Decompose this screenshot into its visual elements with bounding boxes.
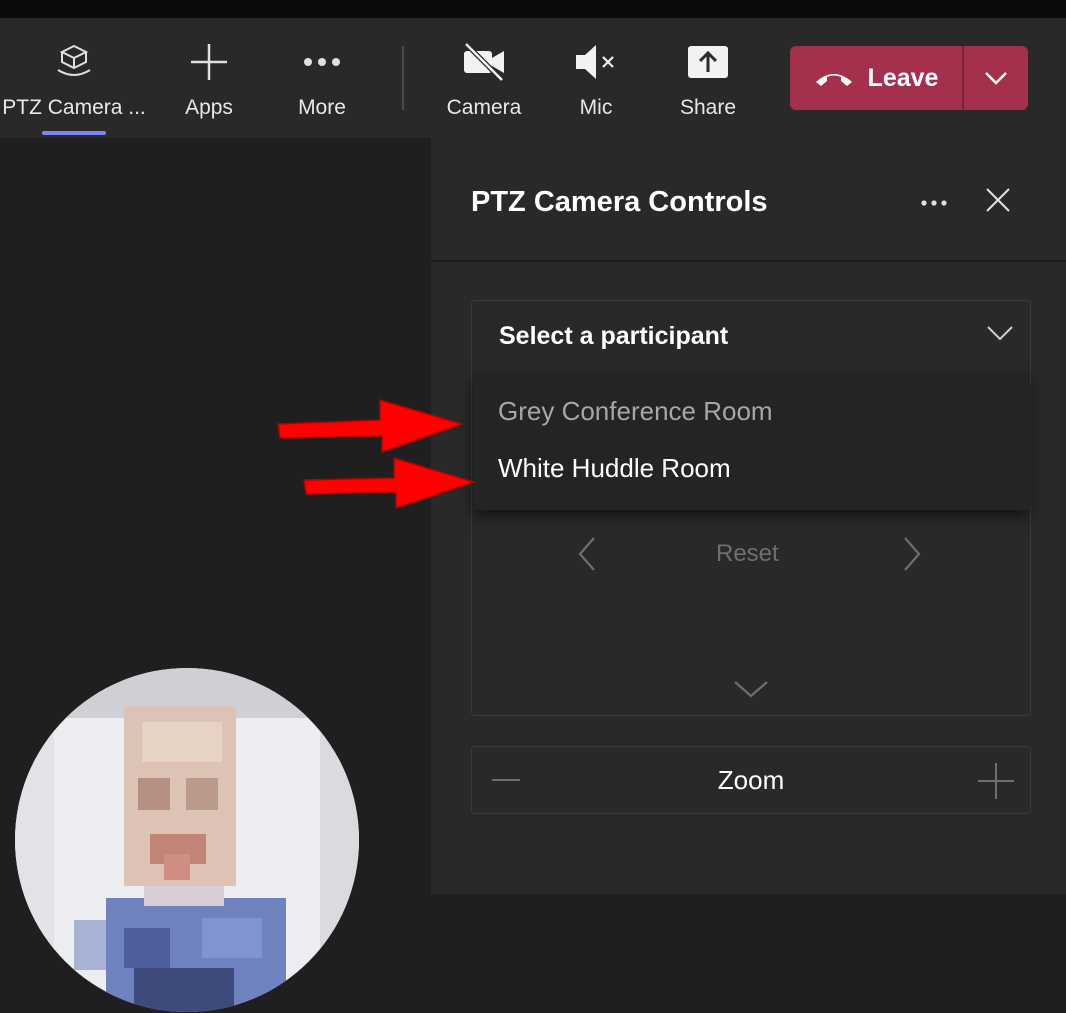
red-arrow-icon <box>303 456 477 510</box>
hang-up-icon <box>815 74 852 86</box>
panel-close-button[interactable] <box>983 185 1013 215</box>
toolbar-label: More <box>298 96 346 119</box>
toolbar-label: Camera <box>446 96 522 119</box>
participant-option-grey-conference-room[interactable]: Grey Conference Room <box>498 396 773 427</box>
plus-icon <box>191 44 227 80</box>
ellipsis-icon <box>921 200 947 206</box>
participant-select[interactable]: Select a participant <box>472 301 1030 371</box>
window-top-strip <box>0 0 1066 18</box>
red-arrow-icon <box>277 398 465 454</box>
meeting-toolbar: PTZ Camera ... Apps More Camera Mic Shar… <box>0 18 1066 138</box>
share-icon <box>688 46 728 78</box>
tilt-down-button[interactable] <box>733 678 769 700</box>
leave-button[interactable]: Leave <box>790 46 962 110</box>
toolbar-label: PTZ Camera ... <box>2 96 146 119</box>
ptz-controls-panel: PTZ Camera Controls Select a participant… <box>431 138 1066 894</box>
toolbar-divider <box>402 46 404 110</box>
toolbar-apps-button[interactable]: Apps <box>168 18 250 138</box>
mic-muted-icon <box>576 45 614 79</box>
pan-left-button[interactable] <box>576 536 598 572</box>
participant-select-placeholder: Select a participant <box>499 322 729 350</box>
participant-avatar <box>15 668 359 1012</box>
leave-button-group: Leave <box>790 46 1028 110</box>
zoom-control: Zoom <box>471 746 1031 814</box>
panel-more-button[interactable] <box>919 188 949 218</box>
panel-title: PTZ Camera Controls <box>471 186 768 218</box>
participant-option-white-huddle-room[interactable]: White Huddle Room <box>498 453 731 484</box>
ellipsis-icon <box>304 58 340 66</box>
pan-right-button[interactable] <box>901 536 923 572</box>
video-stage <box>0 138 430 1012</box>
reset-button[interactable]: Reset <box>716 540 779 568</box>
camera-off-icon <box>464 42 504 82</box>
toolbar-more-button[interactable]: More <box>280 18 364 138</box>
zoom-label: Zoom <box>717 765 785 795</box>
toolbar-label: Mic <box>579 96 613 119</box>
active-tab-indicator <box>42 131 106 135</box>
toolbar-camera-button[interactable]: Camera <box>438 18 530 138</box>
chevron-down-icon <box>987 326 1013 341</box>
participant-dropdown: Grey Conference Room White Huddle Room <box>473 374 1029 510</box>
toolbar-mic-button[interactable]: Mic <box>560 18 632 138</box>
toolbar-label: Apps <box>185 96 233 119</box>
chevron-down-icon <box>985 72 1007 85</box>
toolbar-label: Share <box>679 96 737 119</box>
toolbar-share-button[interactable]: Share <box>668 18 748 138</box>
zoom-in-button[interactable] <box>976 761 1016 801</box>
ptz-camera-icon <box>57 44 91 76</box>
leave-label: Leave <box>867 63 939 92</box>
close-icon <box>986 188 1010 212</box>
panel-header: PTZ Camera Controls <box>431 138 1066 262</box>
toolbar-ptz-camera-button[interactable]: PTZ Camera ... <box>0 18 148 138</box>
leave-options-button[interactable] <box>964 46 1028 110</box>
